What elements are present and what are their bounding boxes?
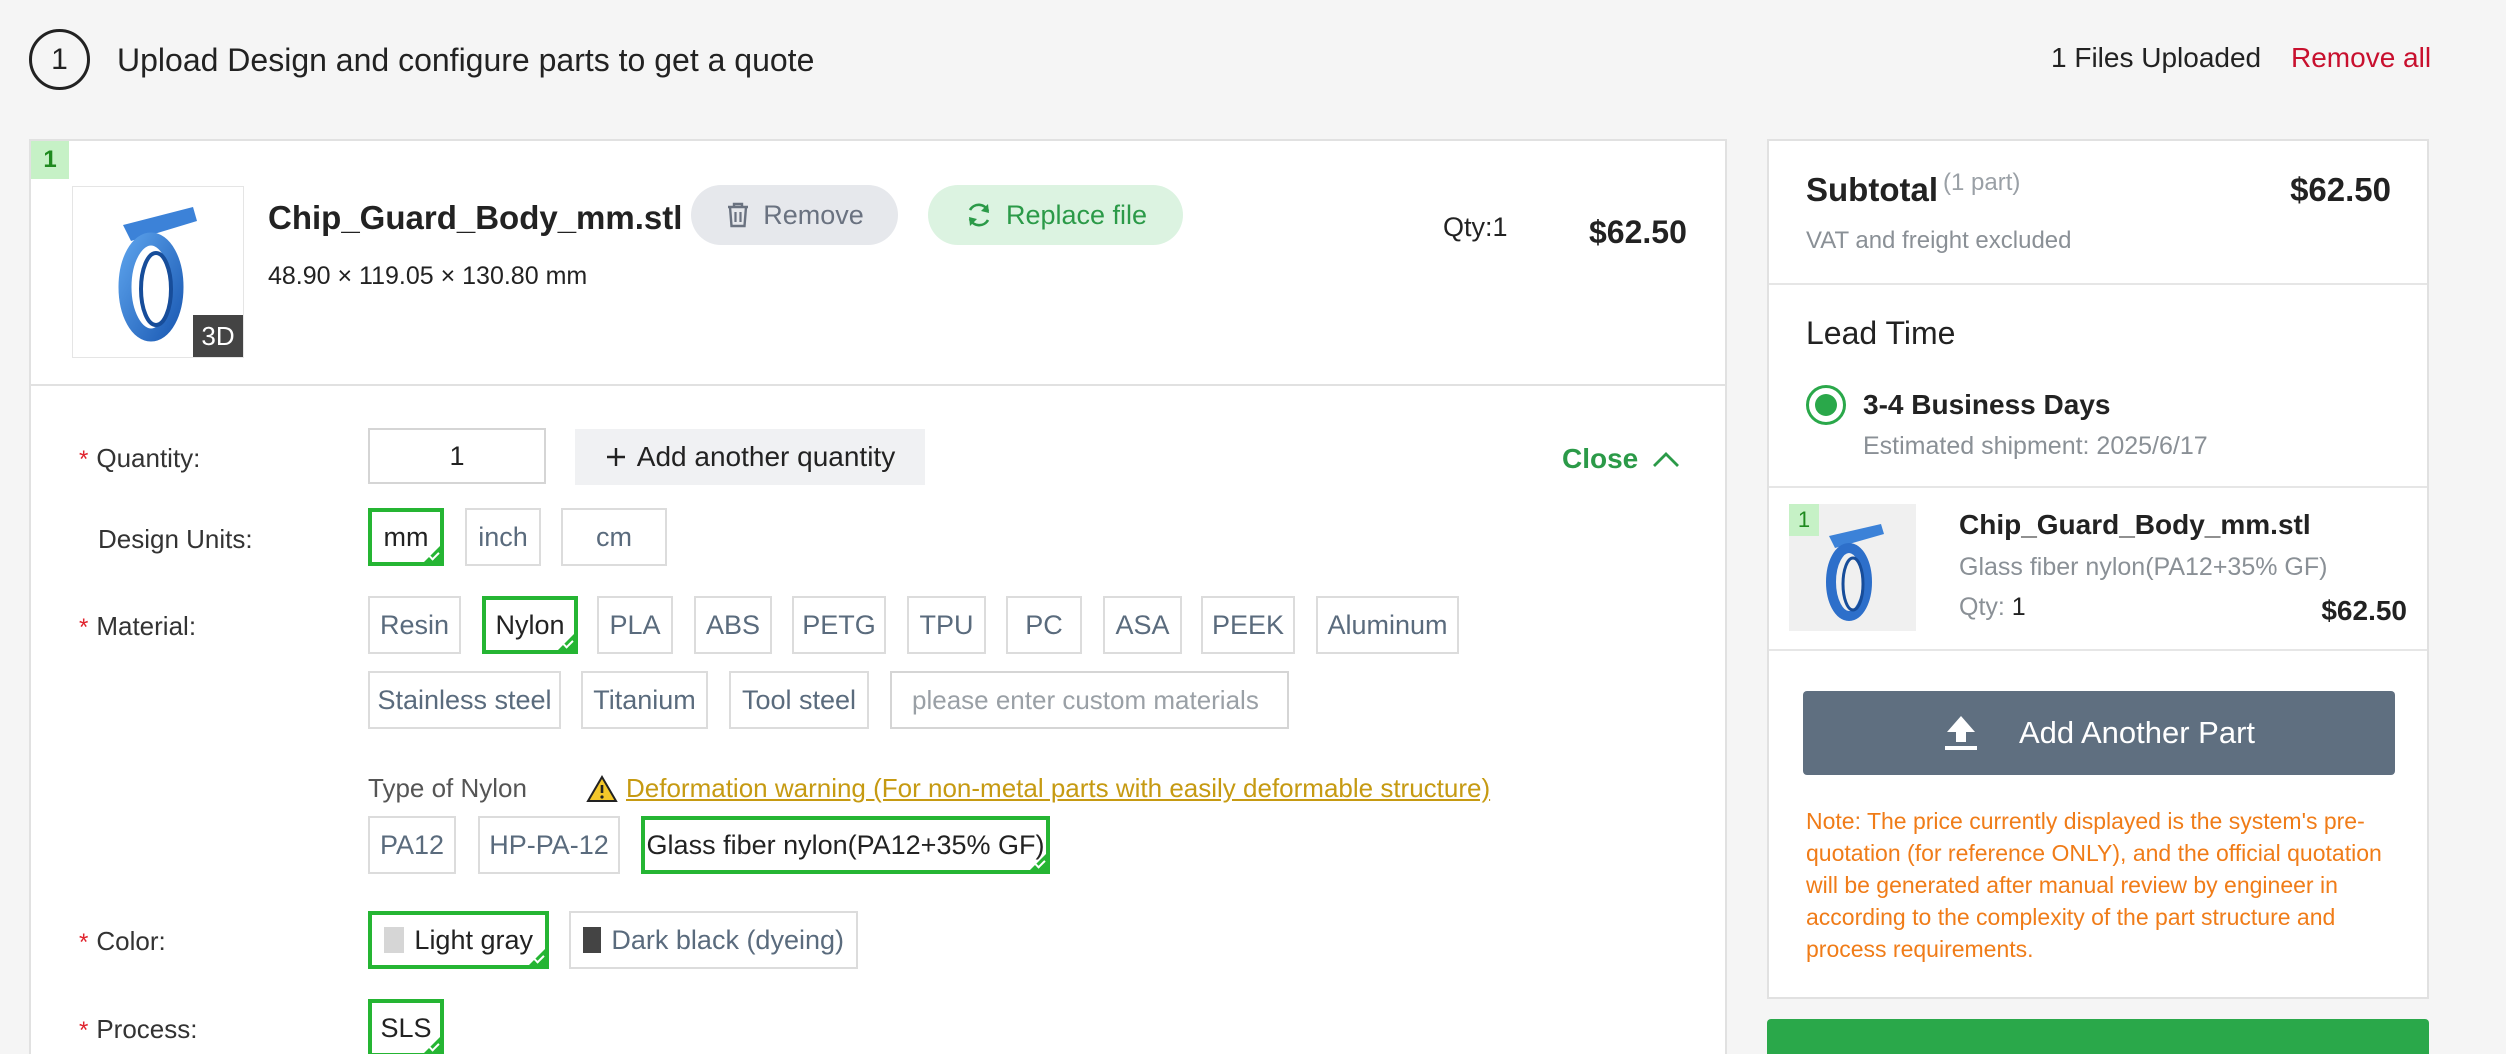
pricing-note: Note: The price currently displayed is t… <box>1806 808 2382 962</box>
material-option-tool-steel[interactable]: Tool steel <box>729 671 869 729</box>
color-option-label: Light gray <box>414 924 533 955</box>
add-another-part-label: Add Another Part <box>2018 715 2256 750</box>
close-label: Close <box>1562 443 1639 474</box>
plus-icon <box>606 448 625 466</box>
summary-item-name: Chip_Guard_Body_mm.stl <box>1959 509 2311 540</box>
material-option-peek[interactable]: PEEK <box>1201 596 1295 654</box>
material-option-abs[interactable]: ABS <box>694 596 772 654</box>
upload-icon <box>1944 716 1977 750</box>
color-option-label: Dark black (dyeing) <box>611 924 844 955</box>
refresh-icon <box>968 203 990 227</box>
dark-black-swatch <box>583 927 602 953</box>
estimated-shipment: Estimated shipment: 2025/6/17 <box>1863 432 2208 460</box>
material-option-nylon[interactable]: Nylon <box>482 596 578 654</box>
summary-item-thumbnail: 1 <box>1789 504 1916 631</box>
quantity-input[interactable] <box>368 428 546 484</box>
checkout-button[interactable] <box>1767 1019 2429 1054</box>
unit-option-mm[interactable]: mm <box>368 508 444 566</box>
process-option-sls[interactable]: SLS <box>368 999 444 1054</box>
lead-time-radio[interactable] <box>1806 385 1846 425</box>
material-option-resin[interactable]: Resin <box>368 596 461 654</box>
custom-material-input[interactable] <box>890 671 1289 729</box>
summary-item-index: 1 <box>1789 504 1819 536</box>
material-option-asa[interactable]: ASA <box>1103 596 1182 654</box>
deformation-warning-text: Deformation warning (For non-metal parts… <box>626 773 1491 803</box>
material-option-tpu[interactable]: TPU <box>907 596 986 654</box>
material-option-stainless-steel[interactable]: Stainless steel <box>368 671 561 729</box>
add-another-part-button[interactable]: Add Another Part <box>1803 691 2395 775</box>
summary-item-price: $62.50 <box>2321 595 2407 626</box>
remove-part-label: Remove <box>763 199 864 230</box>
part-index-badge: 1 <box>31 141 69 179</box>
part-thumbnail[interactable]: 3D <box>72 186 244 358</box>
summary-divider <box>1769 486 2427 488</box>
material-option-aluminum[interactable]: Aluminum <box>1316 596 1459 654</box>
material-type-label: Type of Nylon <box>368 773 527 803</box>
summary-divider <box>1769 649 2427 651</box>
chevron-up-icon <box>1653 452 1680 467</box>
material-option-pc[interactable]: PC <box>1006 596 1082 654</box>
files-uploaded-count: 1 Files Uploaded <box>2051 42 2262 73</box>
type-option-glass-fiber-nylon[interactable]: Glass fiber nylon(PA12+35% GF) <box>641 816 1050 874</box>
light-gray-swatch <box>384 927 405 953</box>
replace-file-button[interactable]: Replace file <box>928 185 1183 245</box>
design-units-label: Design Units: <box>98 524 253 554</box>
summary-divider <box>1769 283 2427 285</box>
page-title: Upload Design and configure parts to get… <box>117 42 815 78</box>
color-label: * Color: <box>79 926 166 956</box>
summary-item-qty: Qty: 1 <box>1959 593 2026 621</box>
part-card: 1 3D Chip_Guard_Body_mm.stl 48.90 × 119.… <box>29 139 1727 1054</box>
view-3d-badge[interactable]: 3D <box>193 315 243 357</box>
color-option-light-gray[interactable]: Light gray <box>368 911 549 969</box>
close-config-toggle[interactable]: Close <box>1562 443 1680 475</box>
quantity-label: * Quantity: <box>79 443 201 473</box>
card-divider <box>31 384 1725 386</box>
subtotal-price: $62.50 <box>2290 171 2391 208</box>
remove-all-link[interactable]: Remove all <box>2291 42 2431 74</box>
material-option-pla[interactable]: PLA <box>597 596 673 654</box>
lead-time-title: Lead Time <box>1806 315 1956 351</box>
order-summary: Subtotal (1 part) $62.50 VAT and freight… <box>1767 139 2429 999</box>
add-another-quantity-label: Add another quantity <box>636 441 896 472</box>
summary-item-material: Glass fiber nylon(PA12+35% GF) <box>1959 553 2328 581</box>
warning-icon <box>586 774 618 802</box>
unit-option-inch[interactable]: inch <box>465 508 541 566</box>
unit-option-cm[interactable]: cm <box>561 508 667 566</box>
remove-part-button[interactable]: Remove <box>691 185 898 245</box>
subtotal-title: Subtotal <box>1806 171 1938 208</box>
part-dimensions: 48.90 × 119.05 × 130.80 mm <box>268 262 588 290</box>
replace-file-label: Replace file <box>1005 199 1148 230</box>
part-filename: Chip_Guard_Body_mm.stl <box>268 199 683 236</box>
process-label: * Process: <box>79 1014 198 1044</box>
color-option-dark-black[interactable]: Dark black (dyeing) <box>569 911 858 969</box>
part-price: $62.50 <box>1589 214 1687 250</box>
add-another-quantity-button[interactable]: Add another quantity <box>575 429 925 485</box>
trash-icon <box>728 202 749 228</box>
material-option-titanium[interactable]: Titanium <box>581 671 708 729</box>
vat-note: VAT and freight excluded <box>1806 227 2072 254</box>
lead-time-days[interactable]: 3-4 Business Days <box>1863 389 2110 421</box>
part-qty: Qty:1 <box>1443 212 1508 242</box>
subtotal-parts-count: (1 part) <box>1943 169 2021 196</box>
type-option-hp-pa-12[interactable]: HP-PA-12 <box>478 816 620 874</box>
material-option-petg[interactable]: PETG <box>792 596 886 654</box>
type-option-pa12[interactable]: PA12 <box>368 816 456 874</box>
step-number: 1 <box>29 29 90 90</box>
material-label: * Material: <box>79 611 197 641</box>
deformation-warning[interactable]: Deformation warning (For non-metal parts… <box>586 773 1490 804</box>
